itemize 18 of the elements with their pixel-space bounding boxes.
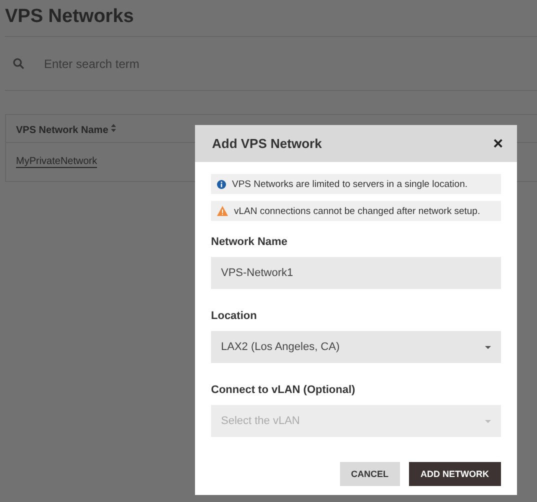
info-icon <box>217 180 226 188</box>
close-button[interactable]: × <box>491 135 505 152</box>
notice-text: VPS Networks are limited to servers in a single location. <box>232 178 468 190</box>
add-network-button[interactable]: ADD NETWORK <box>408 462 501 486</box>
warning-icon <box>217 206 228 216</box>
page-title: VPS Networks <box>5 5 135 29</box>
network-name-field[interactable]: VPS-Network1 <box>211 257 501 289</box>
dialog-title: Add VPS Network <box>212 136 322 151</box>
search-icon <box>13 58 24 69</box>
field-label: Location <box>211 310 258 322</box>
caret-icon <box>485 346 491 348</box>
field-label: Connect to vLAN (Optional) <box>211 384 356 396</box>
select-field[interactable]: LAX2 (Los Angeles, CA) <box>211 331 501 363</box>
caret-icon <box>485 420 491 422</box>
field-label: Network Name <box>211 236 288 248</box>
search-field[interactable]: Enter search term <box>42 56 346 72</box>
notice-text: vLAN connections cannot be changed after network setup. <box>234 206 480 216</box>
cancel-button[interactable]: CANCEL <box>340 462 400 486</box>
